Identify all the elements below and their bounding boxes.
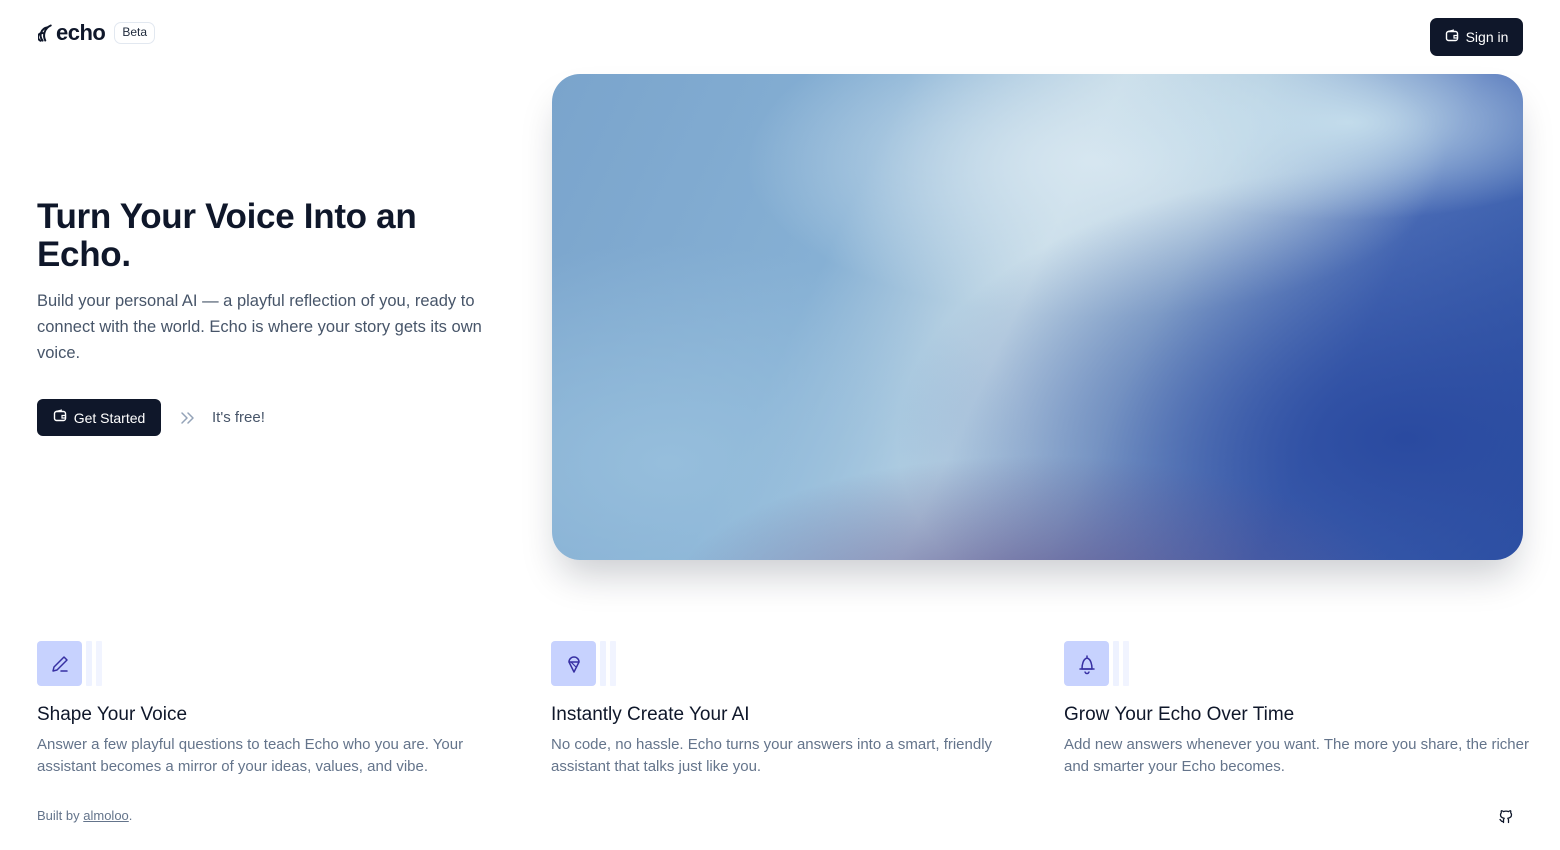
- get-started-button[interactable]: Get Started: [37, 399, 161, 436]
- feature-card: Shape Your Voice Answer a few playful qu…: [37, 641, 507, 778]
- sign-in-button[interactable]: Sign in: [1430, 18, 1523, 56]
- get-started-label: Get Started: [73, 409, 146, 426]
- decorative-bar: [86, 641, 92, 686]
- feature-card: Grow Your Echo Over Time Add new answers…: [1064, 641, 1534, 778]
- hero-title: Turn Your Voice Into an Echo.: [37, 197, 417, 274]
- logo[interactable]: echo Beta: [38, 20, 156, 45]
- decorative-bar: [96, 641, 102, 686]
- wallet-icon: [1445, 28, 1459, 46]
- feature-description: Add new answers whenever you want. The m…: [1064, 736, 1529, 775]
- feature-title: Shape Your Voice: [37, 704, 188, 725]
- author-link[interactable]: almoloo: [83, 808, 129, 823]
- hero-text: Turn Your Voice Into an Echo. Build your…: [37, 198, 507, 366]
- sign-in-label: Sign in: [1465, 29, 1509, 45]
- decorative-bar: [600, 641, 606, 686]
- hero-gradient-image: [552, 74, 1523, 560]
- feature-description: No code, no hassle. Echo turns your answ…: [551, 736, 993, 775]
- bell-icon: [1064, 641, 1109, 686]
- ice-cream-icon: [551, 641, 596, 686]
- decorative-bar: [610, 641, 616, 686]
- hero-subtitle: Build your personal AI — a playful refle…: [37, 292, 482, 362]
- wallet-icon: [53, 409, 67, 426]
- chevrons-right-icon: [178, 409, 196, 427]
- feature-title: Instantly Create Your AI: [551, 704, 750, 725]
- feature-title: Grow Your Echo Over Time: [1064, 704, 1295, 725]
- cta-row: Get Started It's free!: [37, 399, 265, 436]
- pencil-icon: [37, 641, 82, 686]
- free-note: It's free!: [212, 409, 265, 426]
- footer-prefix: Built by: [37, 808, 84, 823]
- decorative-bar: [1113, 641, 1119, 686]
- github-icon[interactable]: [1498, 808, 1514, 824]
- header: echo Beta Sign in: [0, 0, 1560, 74]
- footer-credit: Built by almoloo.: [37, 808, 132, 823]
- feature-description: Answer a few playful questions to teach …: [37, 736, 464, 775]
- decorative-bar: [1123, 641, 1129, 686]
- signal-icon: [38, 23, 54, 43]
- footer-suffix: .: [128, 808, 133, 823]
- brand-name: echo: [56, 20, 106, 45]
- beta-badge: Beta: [114, 22, 156, 44]
- feature-card: Instantly Create Your AI No code, no has…: [551, 641, 1021, 778]
